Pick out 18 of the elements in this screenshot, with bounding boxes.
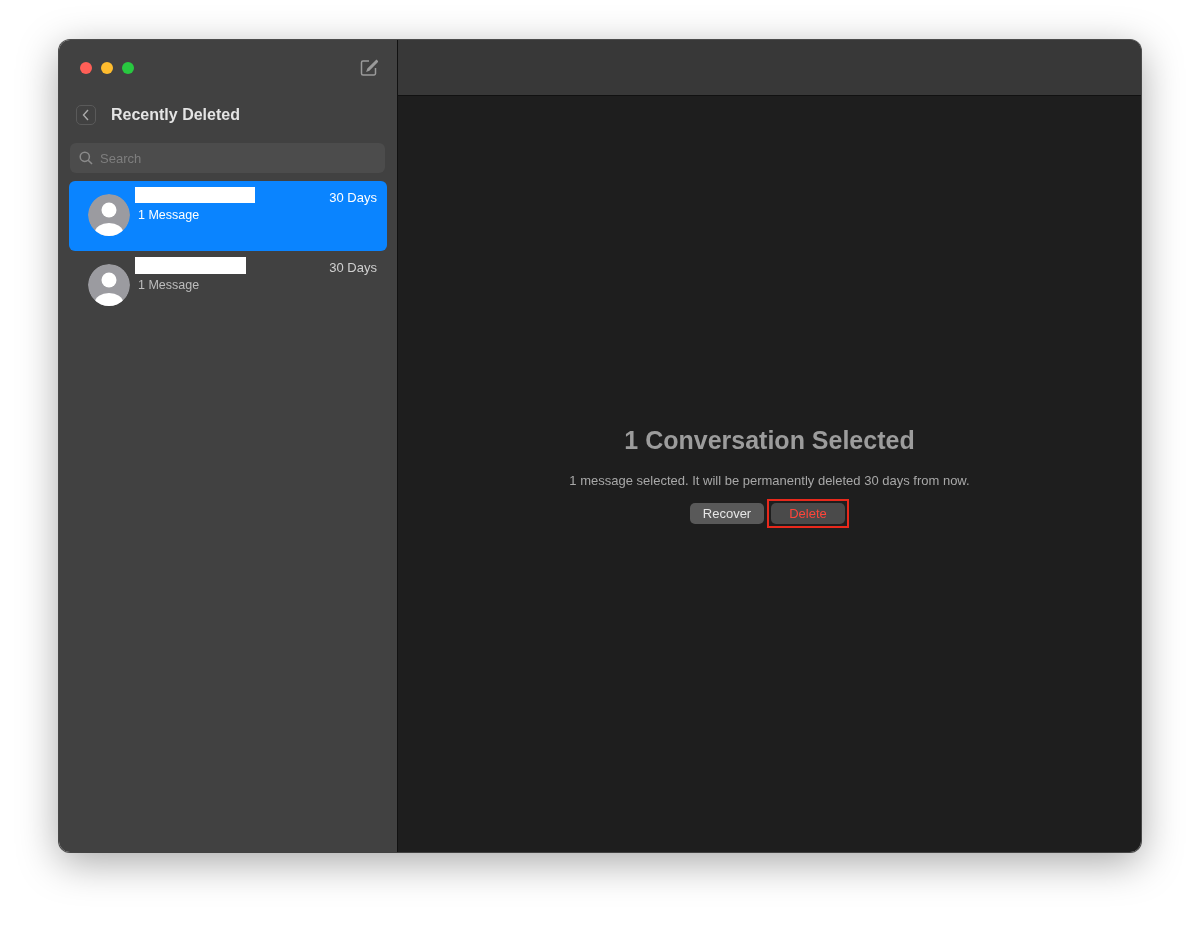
message-count: 1 Message bbox=[138, 208, 200, 222]
recover-button[interactable]: Recover bbox=[690, 503, 764, 524]
conversation-item[interactable]: 30 Days 1 Message bbox=[69, 181, 387, 251]
message-count: 1 Message bbox=[138, 278, 200, 292]
chevron-left-icon bbox=[82, 109, 90, 121]
conversation-item[interactable]: 30 Days 1 Message bbox=[69, 251, 387, 321]
close-button[interactable] bbox=[80, 61, 92, 74]
avatar-icon bbox=[88, 264, 130, 306]
deletion-age: 30 Days bbox=[329, 190, 377, 205]
deletion-age: 30 Days bbox=[329, 260, 377, 275]
back-button[interactable] bbox=[76, 105, 96, 125]
avatar-icon bbox=[88, 194, 130, 236]
zoom-button[interactable] bbox=[122, 61, 134, 74]
selection-heading: 1 Conversation Selected bbox=[624, 426, 915, 455]
minimize-button[interactable] bbox=[101, 61, 113, 74]
compose-icon[interactable] bbox=[360, 58, 378, 77]
selection-message: 1 message selected. It will be permanently deleted 30 days from now. bbox=[569, 473, 970, 488]
list-title: Recently Deleted bbox=[111, 106, 240, 124]
